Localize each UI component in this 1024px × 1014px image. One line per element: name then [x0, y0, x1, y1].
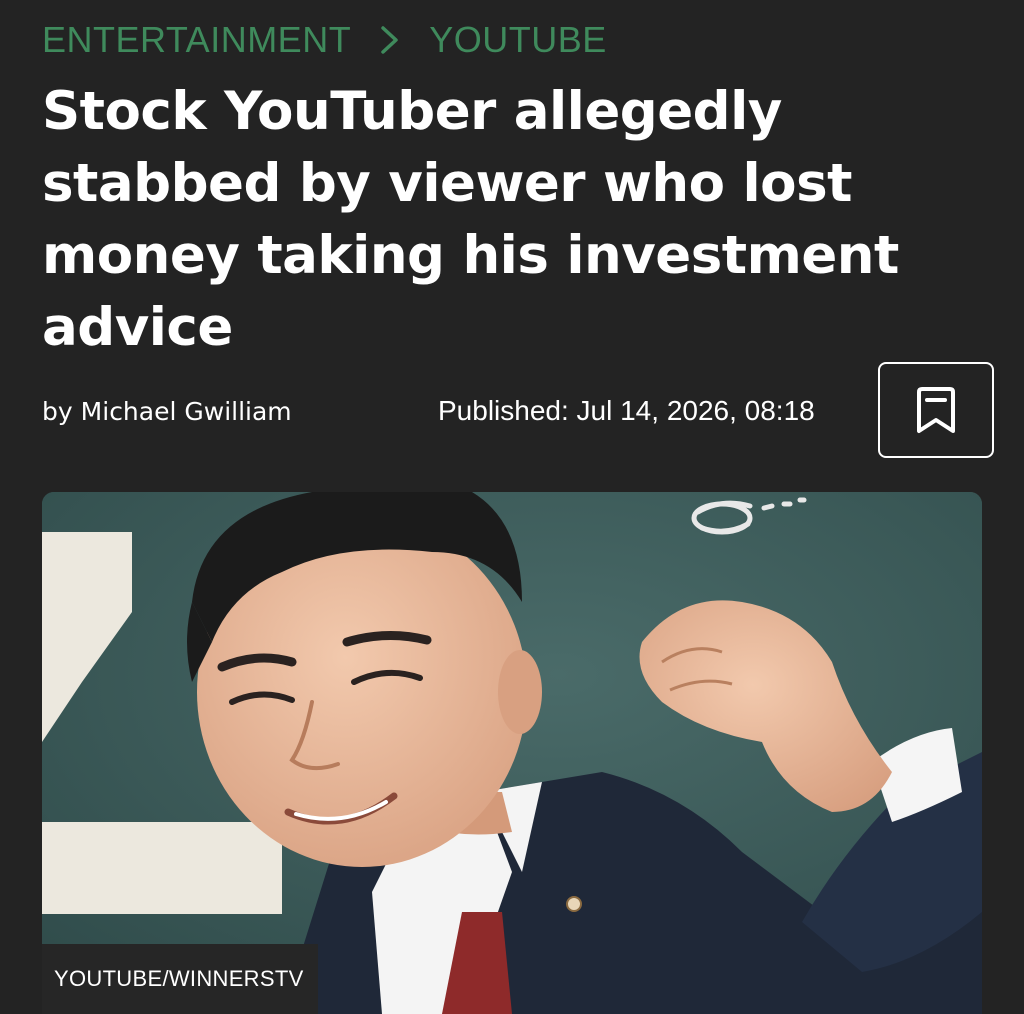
published-date: Published: Jul 14, 2026, 08:18	[438, 395, 815, 426]
breadcrumb-youtube-link[interactable]: YOUTUBE	[429, 19, 607, 61]
hero-image[interactable]: YOUTUBE/WINNERSTV	[42, 492, 982, 1014]
bookmark-icon	[917, 387, 955, 433]
bookmark-button[interactable]	[878, 362, 994, 458]
byline-prefix: by	[42, 396, 73, 426]
breadcrumb: ENTERTAINMENT YOUTUBE	[42, 18, 607, 62]
breadcrumb-entertainment-link[interactable]: ENTERTAINMENT	[42, 19, 351, 61]
chevron-right-icon	[379, 24, 401, 56]
author-link[interactable]: Michael Gwilliam	[81, 397, 292, 426]
hero-photo	[42, 492, 982, 1014]
byline: by Michael Gwilliam	[42, 394, 292, 428]
article-headline: Stock YouTuber allegedly stabbed by view…	[42, 81, 899, 358]
photo-credit: YOUTUBE/WINNERSTV	[42, 944, 318, 1014]
